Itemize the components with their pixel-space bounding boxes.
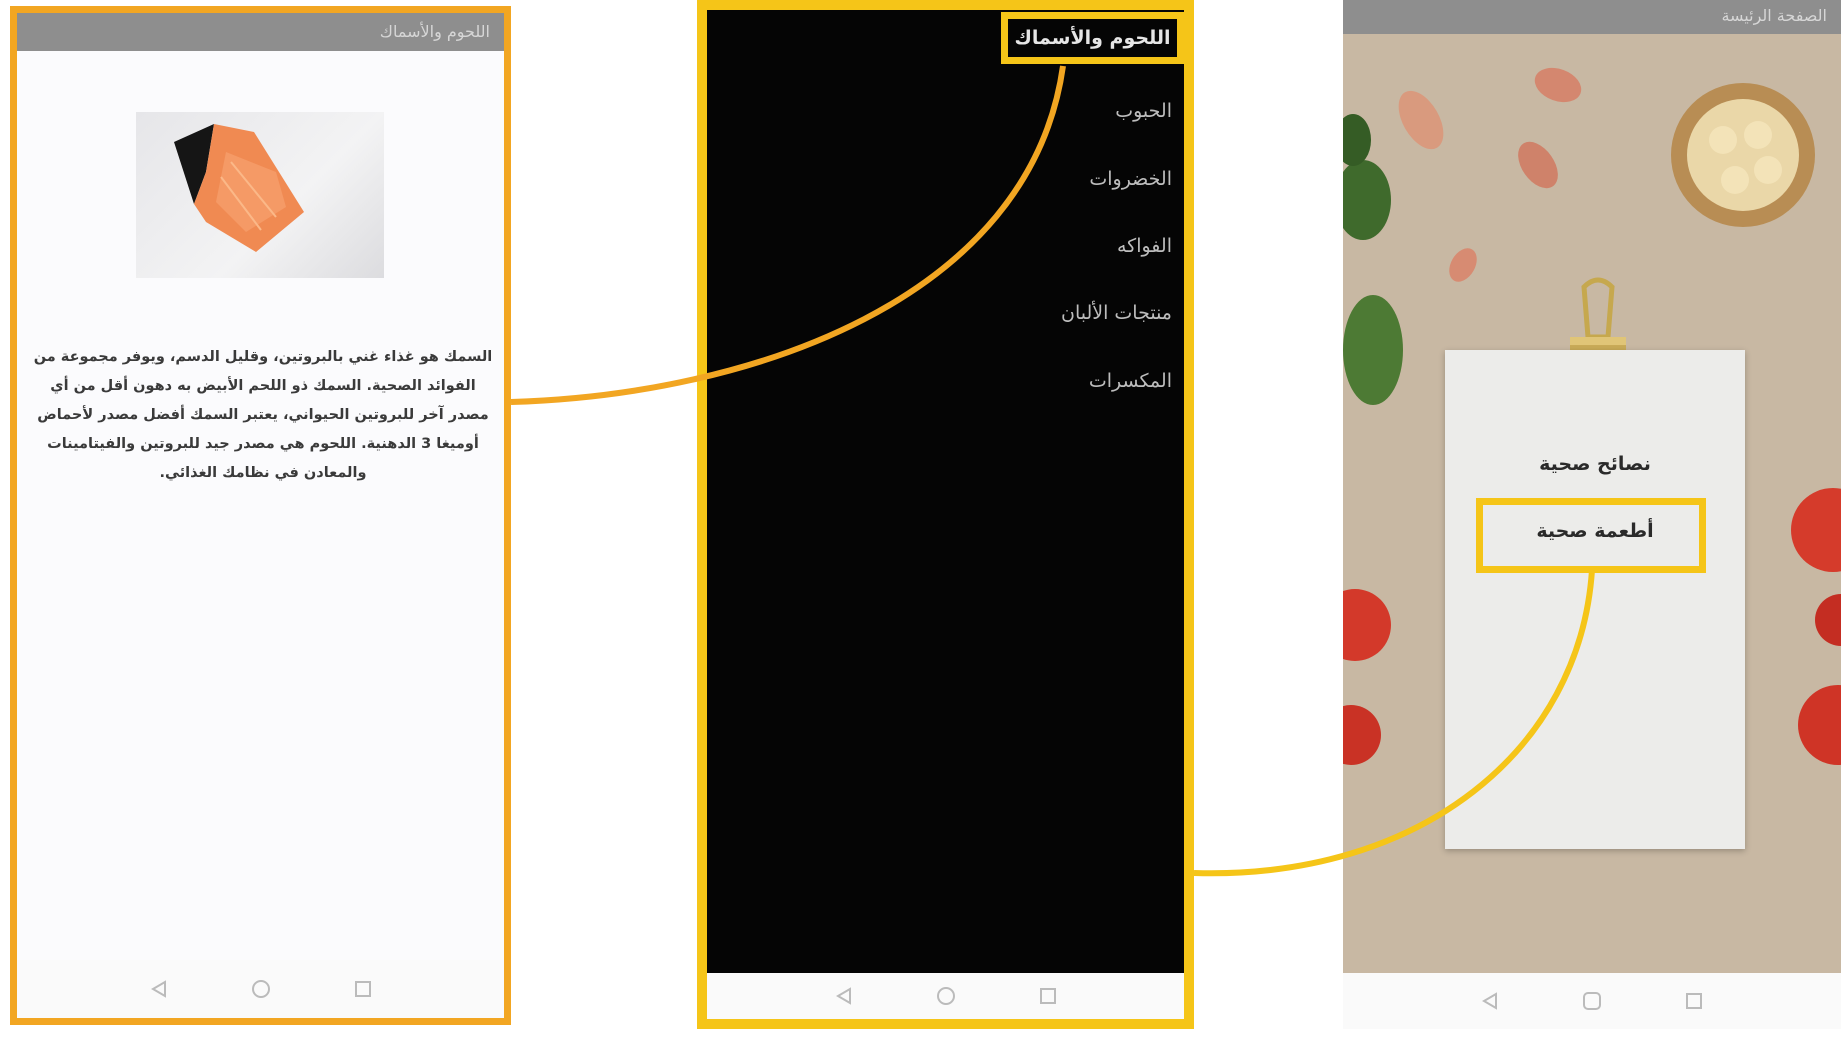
menu-item-vegetables[interactable]: الخضروات: [1089, 168, 1172, 190]
system-nav-bar: [707, 973, 1184, 1019]
system-nav-bar: [1343, 973, 1841, 1029]
health-tips-link[interactable]: نصائح صحية: [1445, 453, 1745, 475]
healthy-foods-highlight: [1476, 498, 1706, 573]
detail-app-bar-title: اللحوم والأسماك: [379, 22, 490, 41]
home-circle-icon[interactable]: [935, 985, 957, 1007]
fish-description: السمك هو غذاء غني بالبروتين، وقليل الدسم…: [33, 349, 493, 481]
detail-app-bar: اللحوم والأسماك: [17, 13, 504, 51]
menu-item-grains[interactable]: الحبوب: [1115, 100, 1172, 122]
back-triangle-icon[interactable]: [148, 978, 170, 1000]
menu-item-nuts[interactable]: المكسرات: [1089, 370, 1172, 392]
recent-square-icon[interactable]: [352, 978, 374, 1000]
menu-item-meat-fish[interactable]: اللحوم والأسماك: [1001, 12, 1184, 64]
home-screen: الصفحة الرئيسة نصائح صحية أطعمة صحية: [1343, 0, 1841, 1029]
menu-item-dairy[interactable]: منتجات الألبان: [1061, 302, 1172, 324]
home-app-bar-title: الصفحة الرئيسة: [1721, 6, 1827, 25]
home-app-bar: الصفحة الرئيسة: [1343, 0, 1841, 34]
system-nav-bar: [17, 960, 504, 1018]
home-circle-icon[interactable]: [250, 978, 272, 1000]
detail-screen: اللحوم والأسماك السمك هو غذاء غني بالبرو…: [10, 6, 511, 1025]
menu-card: نصائح صحية أطعمة صحية: [1445, 350, 1745, 849]
recent-square-icon[interactable]: [1037, 985, 1059, 1007]
home-circle-icon[interactable]: [1581, 990, 1603, 1012]
recent-square-icon[interactable]: [1683, 990, 1705, 1012]
menu-item-fruits[interactable]: الفواكه: [1117, 235, 1172, 257]
salmon-fillet-photo: [136, 112, 384, 278]
menu-screen: اللحوم والأسماك الحبوب الخضروات الفواكه …: [697, 0, 1194, 1029]
back-triangle-icon[interactable]: [833, 985, 855, 1007]
back-triangle-icon[interactable]: [1479, 990, 1501, 1012]
